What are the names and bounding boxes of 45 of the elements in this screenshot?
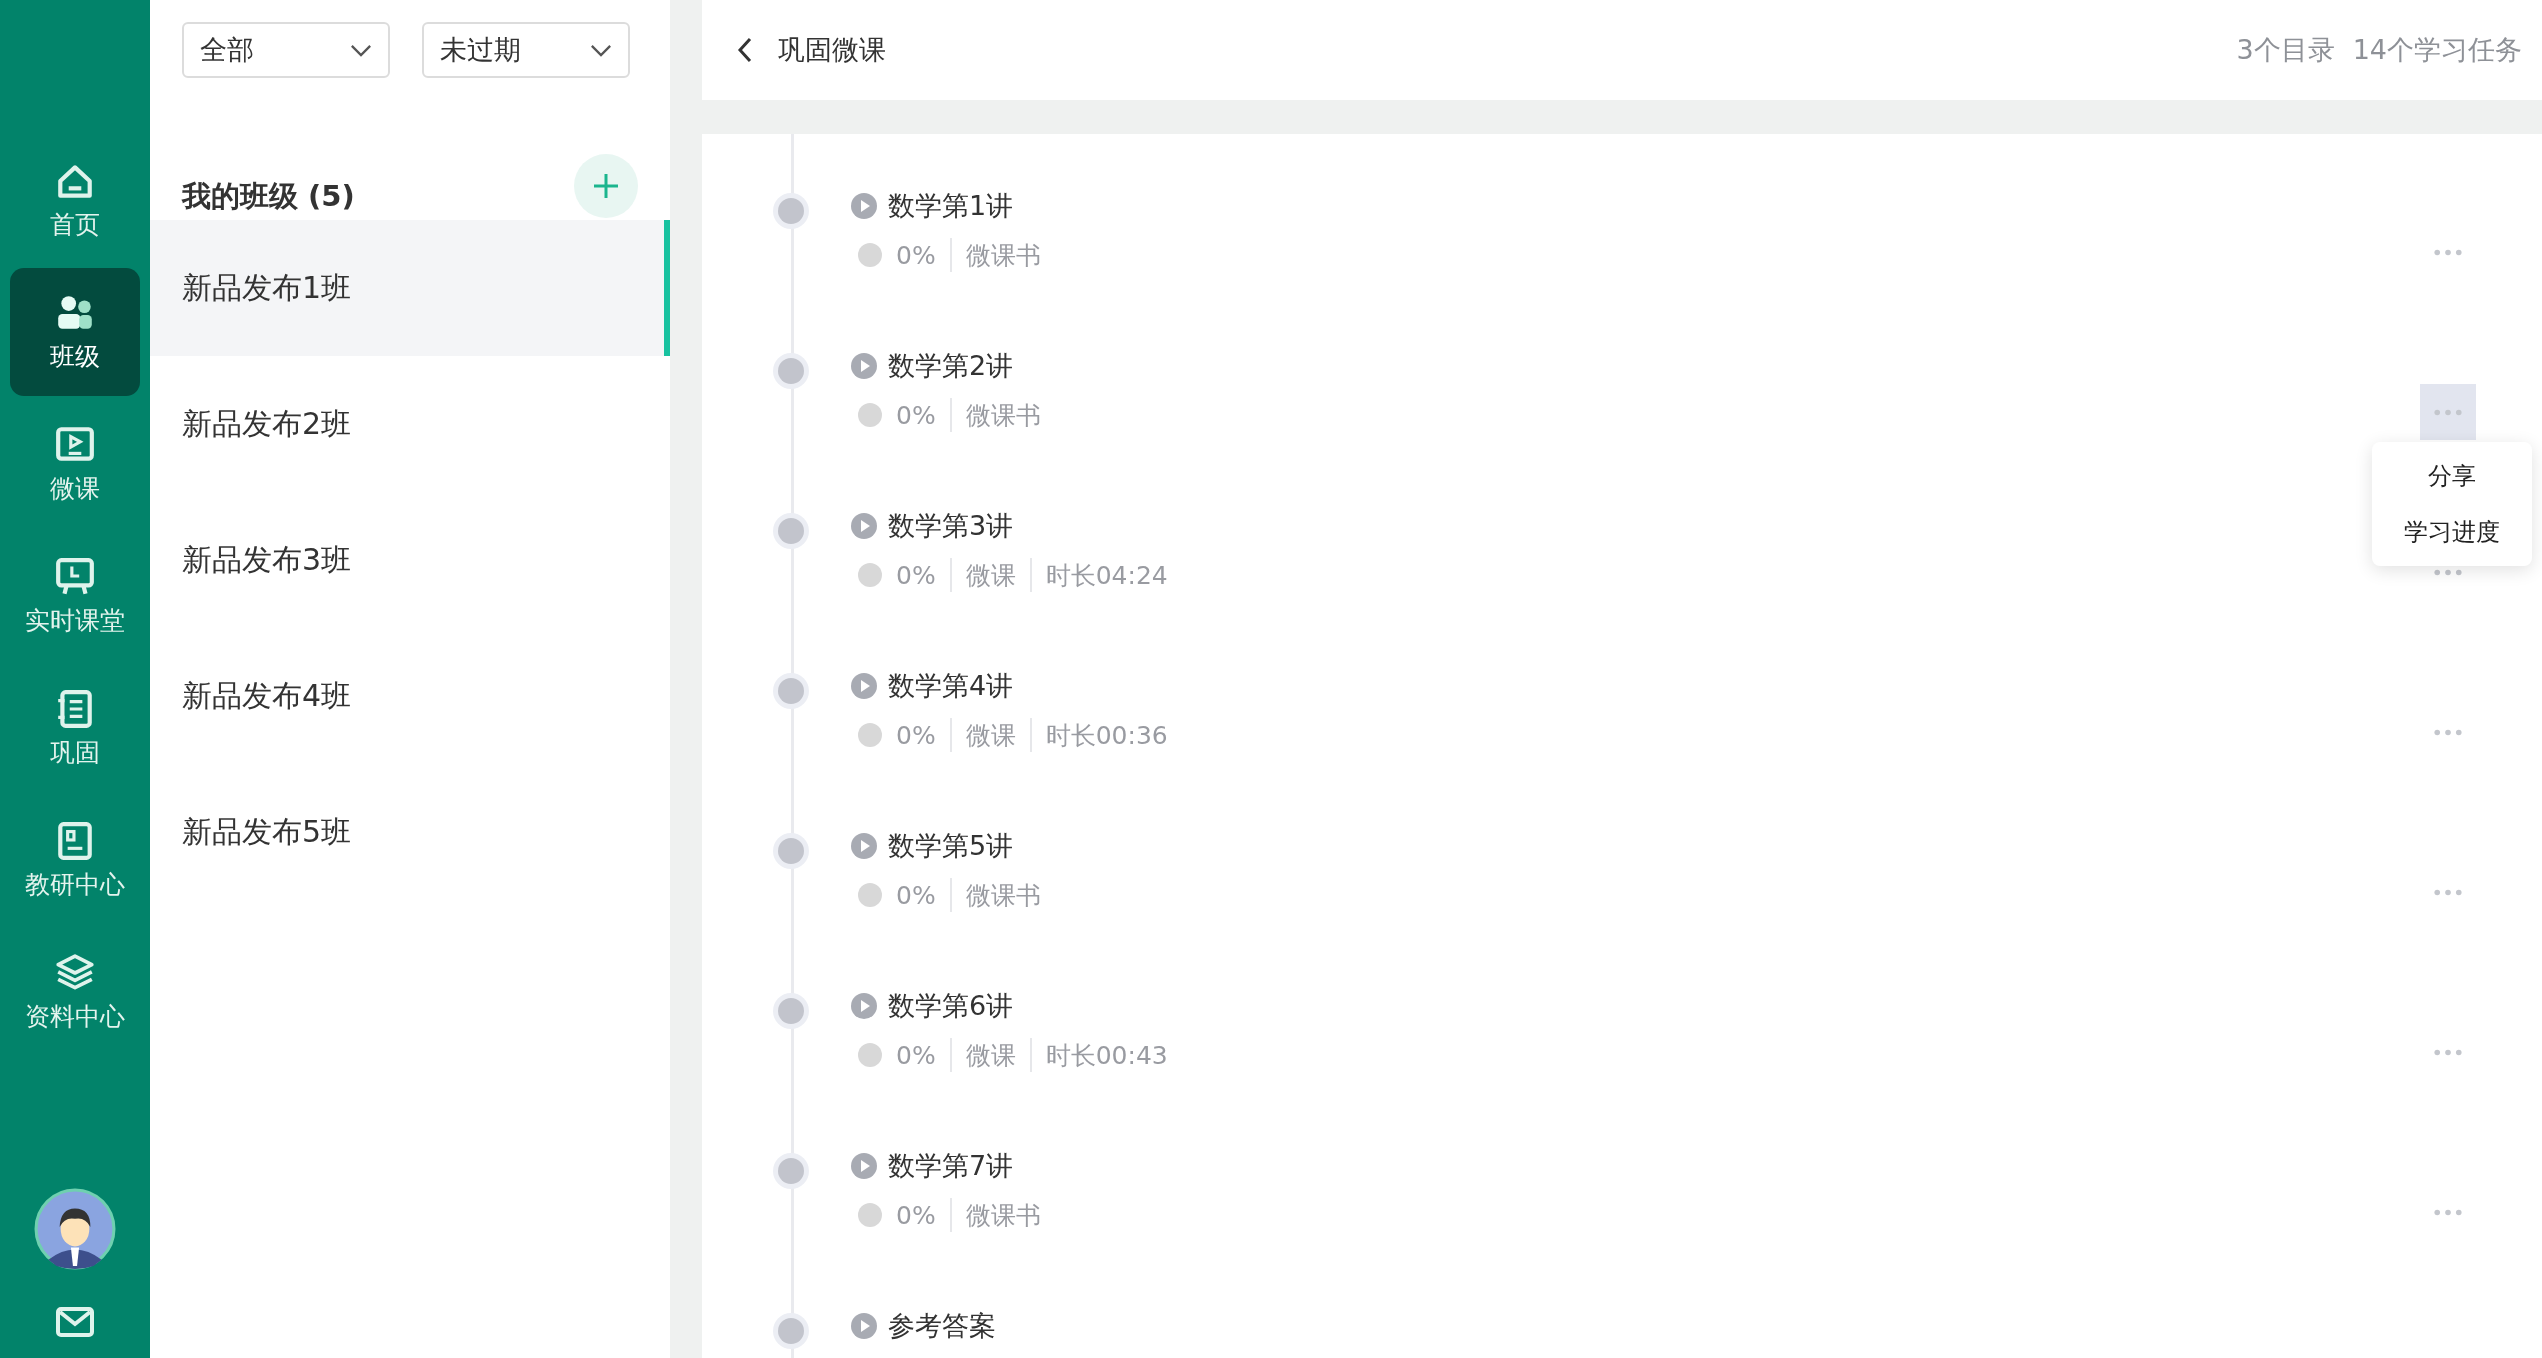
nav-item[interactable]: 实时课堂 <box>10 532 140 660</box>
lesson-duration: 时长04:24 <box>1045 559 1168 592</box>
lesson-duration: 时长00:36 <box>1045 719 1168 752</box>
lesson-title[interactable]: 数学第3讲 <box>888 508 1014 544</box>
nav-item[interactable]: 班级 <box>10 268 140 396</box>
page-title: 巩固微课 <box>778 33 886 67</box>
progress-percent: 0% <box>896 240 936 270</box>
lesson-type: 微课 <box>965 719 1016 752</box>
class-list-item[interactable]: 新品发布4班 <box>150 628 670 764</box>
summary-count: 3个目录 <box>2236 33 2335 67</box>
lesson-title[interactable]: 数学第6讲 <box>888 988 1014 1024</box>
lesson-type: 微课书 <box>965 399 1041 432</box>
lesson-type: 微课 <box>965 559 1016 592</box>
section-title: 我的班级 (5) <box>182 178 355 215</box>
class-list-item[interactable]: 新品发布1班 <box>150 220 670 356</box>
lesson-title[interactable]: 参考答案 <box>888 1308 996 1344</box>
nav-item[interactable]: 首页 <box>10 136 140 264</box>
menu-item[interactable]: 分享 <box>2372 448 2532 504</box>
nav-item[interactable]: 资料中心 <box>10 928 140 1056</box>
lesson-title[interactable]: 数学第2讲 <box>888 348 1014 384</box>
menu-item[interactable]: 学习进度 <box>2372 504 2532 560</box>
progress-percent: 0% <box>896 720 936 750</box>
nav-item[interactable]: 巩固 <box>10 664 140 792</box>
lesson-type: 微课 <box>965 1039 1016 1072</box>
class-list-item[interactable]: 新品发布3班 <box>150 492 670 628</box>
class-list-item[interactable]: 新品发布2班 <box>150 356 670 492</box>
nav-item[interactable]: 教研中心 <box>10 796 140 924</box>
lesson-duration: 时长00:43 <box>1045 1039 1168 1072</box>
lesson-title[interactable]: 数学第7讲 <box>888 1148 1014 1184</box>
lesson-type: 微课书 <box>965 1199 1041 1232</box>
progress-percent: 0% <box>896 1200 936 1230</box>
dropdown[interactable]: 未过期 <box>422 22 630 78</box>
progress-percent: 0% <box>896 400 936 430</box>
progress-percent: 0% <box>896 1040 936 1070</box>
lesson-title[interactable]: 数学第4讲 <box>888 668 1014 704</box>
lesson-type: 微课书 <box>965 879 1041 912</box>
lesson-type: 微课书 <box>965 239 1041 272</box>
progress-percent: 0% <box>896 560 936 590</box>
summary-count: 14个学习任务 <box>2352 33 2522 67</box>
class-list-item[interactable]: 新品发布5班 <box>150 764 670 900</box>
dropdown[interactable]: 全部 <box>182 22 390 78</box>
nav-item[interactable]: 微课 <box>10 400 140 528</box>
lesson-title[interactable]: 数学第1讲 <box>888 188 1014 224</box>
progress-percent: 0% <box>896 880 936 910</box>
lesson-title[interactable]: 数学第5讲 <box>888 828 1014 864</box>
